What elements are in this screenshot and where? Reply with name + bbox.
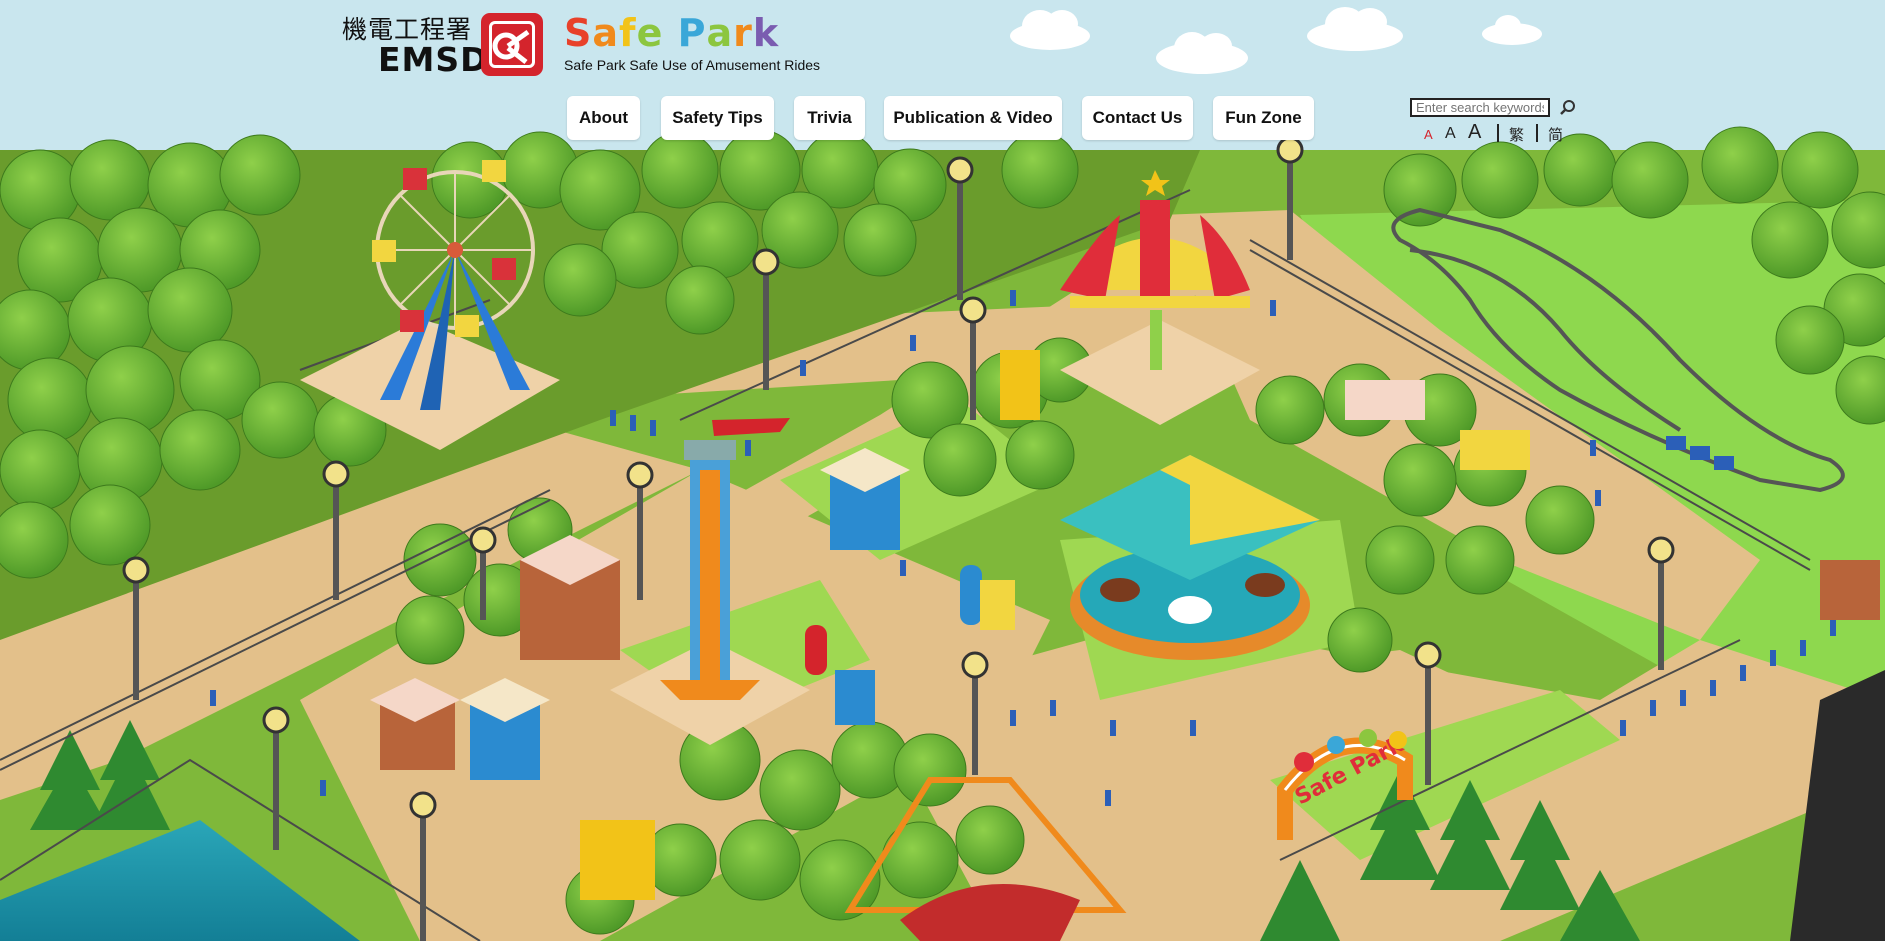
site-title: Safe Park xyxy=(564,14,820,52)
page: Safe Park 機電工程署 EMSD Safe Park Safe Park… xyxy=(0,0,1885,941)
font-size-large[interactable]: A xyxy=(1468,121,1481,144)
font-size-small[interactable]: A xyxy=(1424,127,1433,142)
nav-publication-video[interactable]: Publication & Video xyxy=(884,96,1062,140)
search-icon[interactable] xyxy=(1557,97,1579,119)
nav-trivia[interactable]: Trivia xyxy=(794,96,865,140)
site-title-letter: r xyxy=(733,11,753,55)
emsd-logo[interactable]: 機電工程署 EMSD xyxy=(342,10,546,79)
divider xyxy=(1497,124,1499,142)
site-title-letter: a xyxy=(706,11,734,55)
site-subtitle: Safe Park Safe Use of Amusement Rides xyxy=(564,57,821,73)
site-title-letter: a xyxy=(592,11,620,55)
safe-park-brand[interactable]: Safe Park Safe Park Safe Use of Amusemen… xyxy=(564,14,820,73)
emsd-english-name: EMSD xyxy=(378,40,489,79)
site-title-letter: k xyxy=(752,11,780,55)
lang-simplified-chinese[interactable]: 简 xyxy=(1548,124,1563,145)
nav-safety-tips[interactable]: Safety Tips xyxy=(661,96,774,140)
font-size-medium[interactable]: A xyxy=(1445,125,1456,143)
park-illustration: Safe Park xyxy=(0,0,1885,941)
divider xyxy=(1536,124,1538,142)
site-title-letter xyxy=(663,14,677,52)
search-input[interactable] xyxy=(1410,98,1550,117)
site-title-letter: e xyxy=(636,11,664,55)
emsd-badge-icon xyxy=(481,13,543,76)
lang-traditional-chinese[interactable]: 繁 xyxy=(1509,124,1524,145)
site-title-letter: P xyxy=(677,11,707,55)
site-title-letter: f xyxy=(619,11,637,55)
nav-about[interactable]: About xyxy=(567,96,640,140)
nav-fun-zone[interactable]: Fun Zone xyxy=(1213,96,1314,140)
nav-contact-us[interactable]: Contact Us xyxy=(1082,96,1193,140)
site-title-letter: S xyxy=(564,11,593,55)
